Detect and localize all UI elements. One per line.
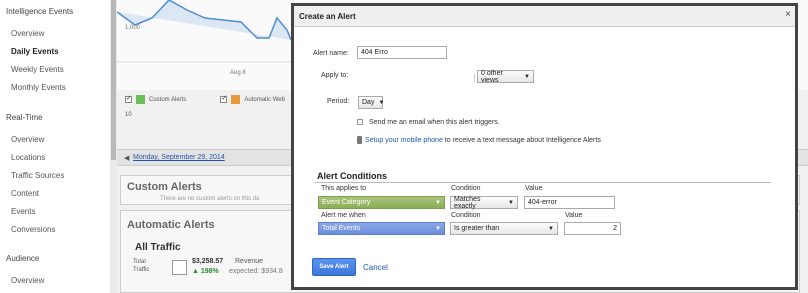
chevron-down-icon: ▼ [524,73,530,80]
alert-name-input[interactable]: 404 Erro [357,46,447,59]
sidebar-nav: Intelligence Events Overview Daily Event… [0,0,110,293]
sidebar-scrollbar-thumb[interactable] [111,0,116,160]
apply-to-separator [474,74,475,82]
dialog-title: Create an Alert [299,12,356,21]
apply-to-value: 0 other views [481,69,503,84]
sidebar-heading-real-time[interactable]: Real-Time [6,113,43,122]
sidebar-heading-intelligence-events[interactable]: Intelligence Events [6,7,73,16]
custom-alerts-title: Custom Alerts [127,181,202,193]
alert-conditions-title: Alert Conditions [317,171,387,181]
mobile-phone-icon [357,136,362,144]
sidebar-item-rt-overview[interactable]: Overview [11,135,44,144]
row2-value-input[interactable]: 2 [564,222,621,235]
events-chart-line [117,0,292,41]
row1-value-input[interactable]: 404-error [524,196,615,209]
chevron-down-icon: ▼ [435,199,441,206]
alert-when-value: Total Events [322,225,361,232]
create-alert-dialog: Create an Alert × Alert name: 404 Erro A… [291,3,798,290]
legend-automatic-web-swatch [231,95,241,104]
revenue-value: $3,258.57 [192,258,224,265]
row2-value-label: Value [565,212,583,219]
chart-legend: Custom Alerts Automatic Web [125,94,285,104]
sidebar-item-conversions[interactable]: Conversions [11,225,55,234]
sidebar-item-audience-overview[interactable]: Overview [11,276,44,285]
all-traffic-title: All Traffic [135,242,181,253]
row2-condition-dropdown[interactable]: Is greater than ▼ [450,222,558,235]
chevron-down-icon: ▼ [548,225,554,232]
row1-condition-dropdown[interactable]: Matches exactly ▼ [450,195,518,210]
chevron-down-icon: ▼ [435,225,441,232]
alert-name-label: Alert name: [313,50,349,57]
mobile-text: to receive a text message about Intellig… [442,136,601,144]
sidebar-item-locations[interactable]: Locations [11,153,45,162]
sidebar-item-monthly-events[interactable]: Monthly Events [11,83,66,92]
applies-to-value: Event Category [322,199,371,206]
row2-condition-value: Is greater than [454,225,500,232]
axis-value-ten: 10 [125,112,132,118]
total-traffic-label: Total Traffic [133,259,150,273]
save-alert-button[interactable]: Save Alert [312,258,356,276]
sidebar-item-traffic-sources[interactable]: Traffic Sources [11,171,64,180]
date-link[interactable]: Monday, September 29, 2014 [133,154,225,161]
chevron-down-icon: ▼ [508,199,514,206]
period-label: Period: [327,98,350,105]
email-text: Send me an email when this alert trigger… [369,119,500,126]
legend-automatic-web-checkbox[interactable] [220,94,228,103]
row1-condition-value: Matches exactly [454,195,481,210]
sidebar-scrollbar[interactable] [110,0,117,293]
chevron-down-icon: ▼ [378,99,385,106]
sidebar-item-content[interactable]: Content [11,189,39,198]
dialog-titlebar: Create an Alert × [294,6,795,27]
legend-custom-alerts-swatch [136,95,145,104]
chart-xlabel: Aug 8 [230,70,246,76]
chart-ylabel: 1,000 [125,25,141,31]
row1-value-label: Value [525,185,543,192]
period-dropdown[interactable]: Day ▼ [358,96,385,109]
cancel-button[interactable]: Cancel [363,263,388,272]
sidebar-item-weekly-events[interactable]: Weekly Events [11,65,64,74]
legend-custom-alerts-checkbox[interactable] [125,94,132,103]
close-icon[interactable]: × [785,10,791,20]
legend-custom-alerts-label: Custom Alerts [149,96,187,103]
no-custom-alerts-text: There are no custom alerts on this da [160,196,260,202]
alert-conditions-divider [315,182,771,183]
sidebar-heading-audience[interactable]: Audience [6,254,39,263]
sidebar-item-daily-events[interactable]: Daily Events [11,47,59,56]
apply-to-label: Apply to: [321,72,349,79]
revenue-label: Revenue [235,258,264,265]
automatic-alerts-title: Automatic Alerts [127,219,215,231]
alert-when-dropdown[interactable]: Total Events ▼ [318,222,445,235]
alert-when-label: Alert me when [321,212,366,219]
revenue-expected: expected: $934.8 [229,268,283,275]
row2-condition-label: Condition [451,212,481,219]
sidebar-item-overview[interactable]: Overview [11,29,44,38]
period-value: Day [362,99,375,106]
applies-to-label: This applies to [321,185,367,192]
applies-to-dropdown[interactable]: Event Category ▼ [318,196,445,209]
setup-mobile-link[interactable]: Setup your mobile phone [365,137,443,144]
row1-condition-label: Condition [451,185,481,192]
revenue-change: ▲ 198% [192,268,219,275]
mobile-row: Setup your mobile phone to receive a tex… [357,136,601,144]
date-back-icon[interactable]: ◀ [124,154,129,162]
apply-to-dropdown[interactable]: 0 other views ▼ [477,69,534,84]
sidebar-item-events[interactable]: Events [11,207,35,216]
email-checkbox[interactable] [357,119,363,125]
legend-automatic-web-label: Automatic Web [244,96,285,103]
sparkline-icon[interactable] [172,260,187,275]
